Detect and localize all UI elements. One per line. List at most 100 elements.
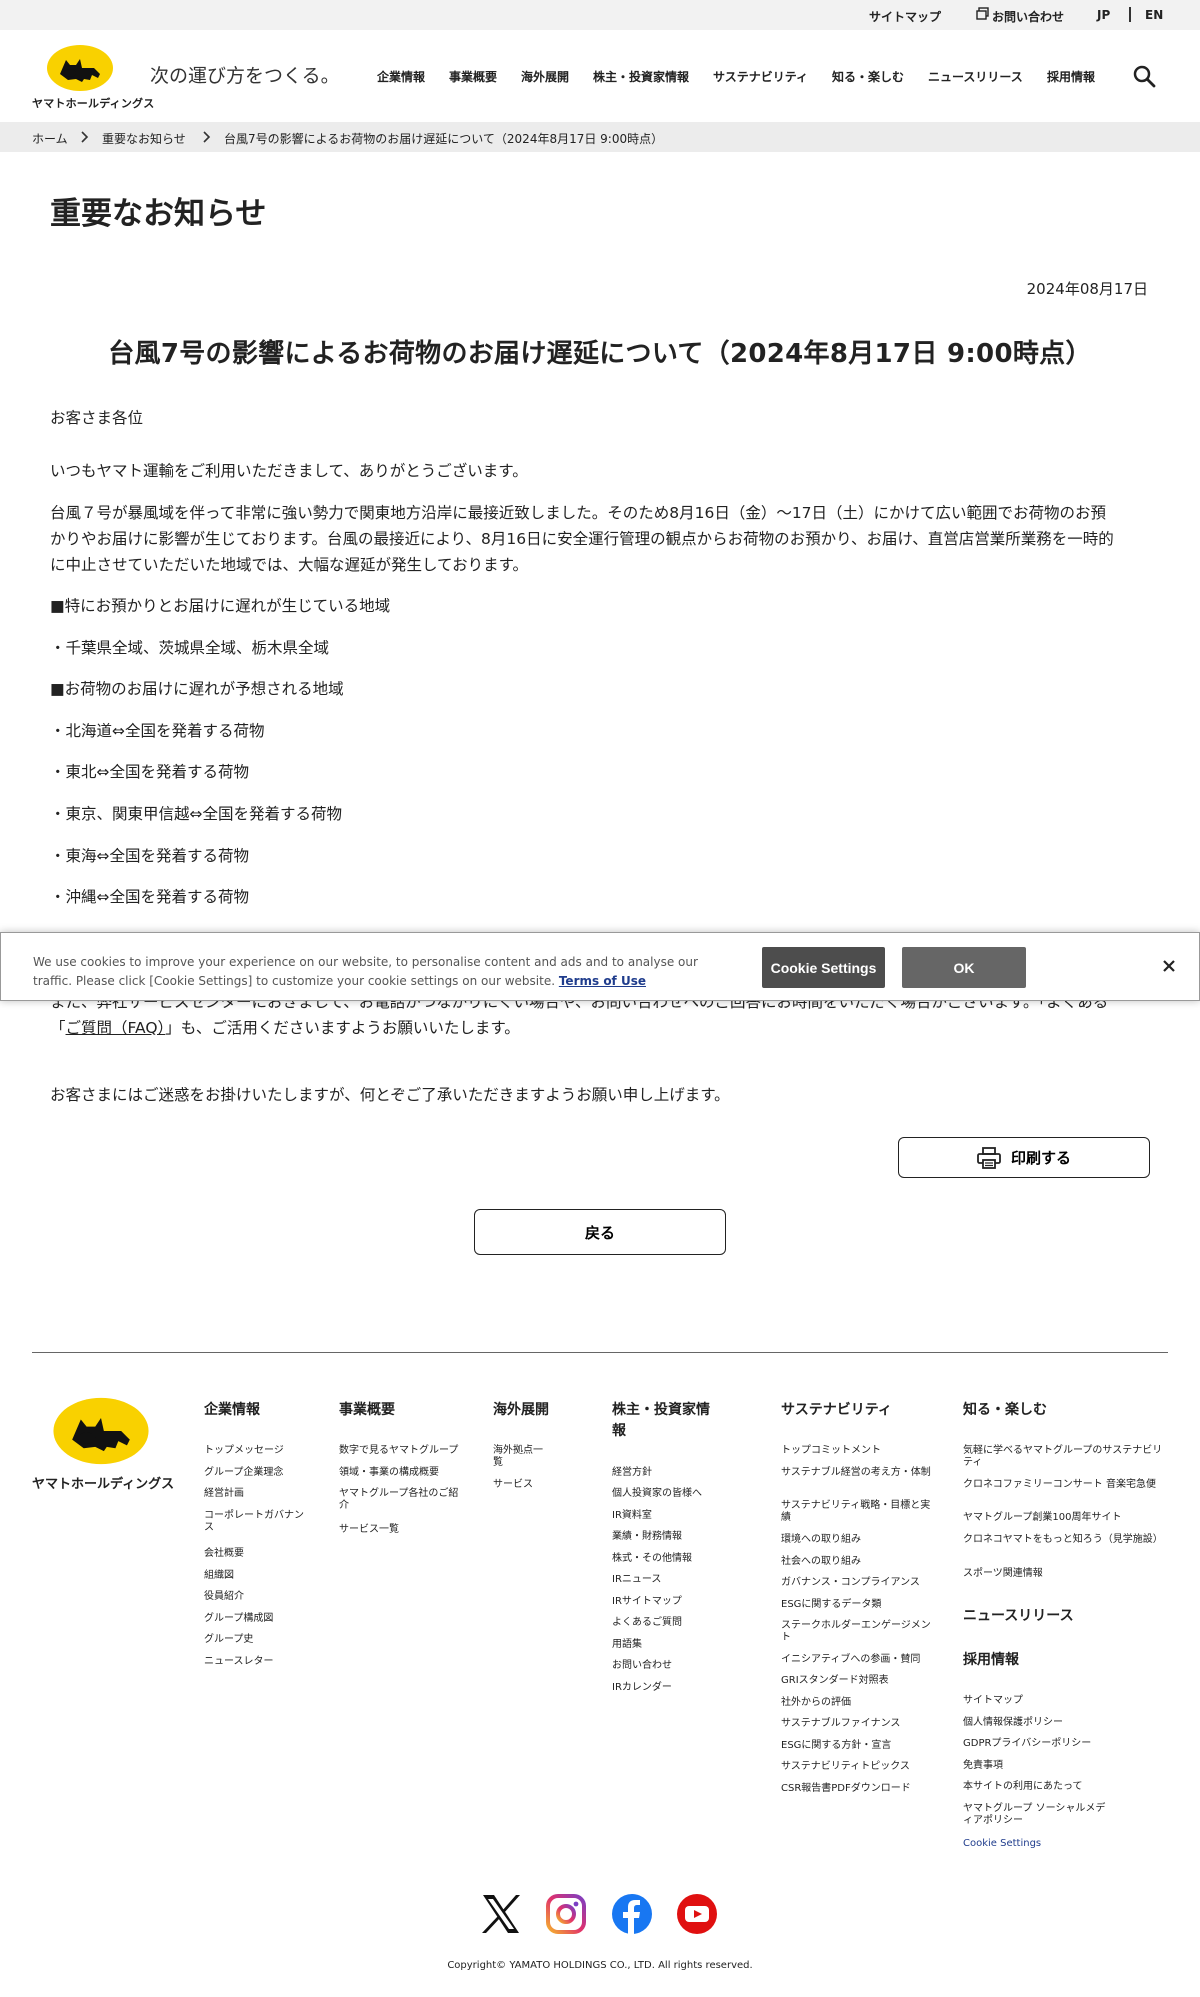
footer-link[interactable]: GRIスタンダード対照表: [781, 1675, 931, 1687]
footer-link[interactable]: コーポレートガバナンス: [204, 1510, 304, 1534]
faq-link[interactable]: ご質問（FAQ）: [66, 1019, 166, 1037]
footer-link[interactable]: 組織図: [204, 1570, 304, 1582]
footer-link[interactable]: サステナビリティトピックス: [781, 1761, 931, 1773]
footer-heading[interactable]: サステナビリティ: [781, 1400, 931, 1421]
footer-link[interactable]: 業績・財務情報: [612, 1531, 732, 1543]
lang-en[interactable]: EN: [1145, 8, 1163, 22]
footer-link[interactable]: IR資料室: [612, 1510, 732, 1522]
footer-link[interactable]: グループ構成図: [204, 1613, 304, 1625]
contact-link[interactable]: お問い合わせ: [992, 8, 1064, 25]
footer-link[interactable]: サービス: [493, 1479, 551, 1491]
footer-link[interactable]: IRカレンダー: [612, 1682, 732, 1694]
footer-link[interactable]: サステナブル経営の考え方・体制: [781, 1467, 931, 1479]
footer-link[interactable]: IRニュース: [612, 1574, 732, 1586]
footer-link[interactable]: CSR報告書PDFダウンロード: [781, 1783, 931, 1795]
print-button[interactable]: 印刷する: [898, 1137, 1150, 1178]
nav-learn[interactable]: 知る・楽しむ: [832, 68, 904, 85]
footer-link[interactable]: イニシアティブへの参画・賛同: [781, 1654, 931, 1666]
cat-logo-icon: [53, 1397, 149, 1465]
youtube-icon[interactable]: [676, 1893, 718, 1935]
footer-link[interactable]: トップコミットメント: [781, 1445, 931, 1457]
cookie-message: We use cookies to improve your experienc…: [33, 953, 713, 991]
nav-ir[interactable]: 株主・投資家情報: [593, 68, 689, 85]
sitemap-link[interactable]: サイトマップ: [869, 8, 941, 25]
footer-logo[interactable]: [52, 1396, 150, 1470]
list-item: ・東海⇔全国を発着する荷物: [50, 847, 249, 865]
nav-news[interactable]: ニュースリリース: [928, 68, 1023, 85]
footer-link[interactable]: サステナビリティ戦略・目標と実績: [781, 1500, 931, 1524]
back-button[interactable]: 戻る: [474, 1209, 726, 1255]
footer-link[interactable]: ヤマトグループ各社のご紹介: [339, 1488, 459, 1512]
footer-heading[interactable]: 事業概要: [339, 1400, 459, 1421]
footer-link[interactable]: よくあるご質問: [612, 1617, 732, 1629]
cookie-settings-link[interactable]: Cookie Settings: [963, 1838, 1041, 1850]
x-logo-icon[interactable]: [480, 1893, 522, 1935]
footer-link[interactable]: ESGに関するデータ類: [781, 1599, 931, 1611]
footer-heading[interactable]: ニュースリリース: [963, 1606, 1074, 1627]
footer-link[interactable]: 経営方針: [612, 1467, 732, 1479]
footer-link[interactable]: 株式・その他情報: [612, 1553, 732, 1565]
footer-link[interactable]: 数字で見るヤマトグループ: [339, 1445, 459, 1457]
brand-logo[interactable]: [46, 44, 114, 96]
footer-link[interactable]: 経営計画: [204, 1488, 304, 1500]
cookie-settings-button[interactable]: Cookie Settings: [762, 947, 885, 988]
footer-link[interactable]: ヤマトグループ創業100周年サイト: [963, 1512, 1163, 1524]
brand-name: ヤマトホールディングス: [32, 97, 155, 110]
footer-misc-link[interactable]: ヤマトグループ ソーシャルメディアポリシー: [963, 1803, 1113, 1827]
footer-link[interactable]: 個人投資家の皆様へ: [612, 1488, 732, 1500]
footer-heading[interactable]: 海外展開: [493, 1400, 551, 1421]
terms-of-use-link[interactable]: Terms of Use: [559, 974, 646, 988]
footer-link[interactable]: 環境への取り組み: [781, 1534, 931, 1546]
footer-misc-link[interactable]: サイトマップ: [963, 1695, 1163, 1707]
footer-misc-link[interactable]: 免責事項: [963, 1760, 1163, 1772]
footer-link[interactable]: 気軽に学べるヤマトグループのサステナビリティ: [963, 1445, 1163, 1469]
footer-misc-link[interactable]: 個人情報保護ポリシー: [963, 1717, 1163, 1729]
footer-link[interactable]: IRサイトマップ: [612, 1596, 732, 1608]
footer-link[interactable]: 社会への取り組み: [781, 1556, 931, 1568]
footer-link[interactable]: 海外拠点一覧: [493, 1445, 551, 1469]
footer-link[interactable]: トップメッセージ: [204, 1445, 304, 1457]
footer-link[interactable]: 社外からの評価: [781, 1697, 931, 1709]
facebook-icon[interactable]: [611, 1893, 653, 1935]
article-date: 2024年08月17日: [1026, 280, 1148, 298]
footer-link[interactable]: グループ史: [204, 1634, 304, 1646]
breadcrumb-notices[interactable]: 重要なお知らせ: [102, 130, 186, 147]
breadcrumb-home[interactable]: ホーム: [32, 130, 68, 147]
footer-misc-link[interactable]: 本サイトの利用にあたって: [963, 1781, 1163, 1793]
breadcrumb-current: 台風7号の影響によるお荷物のお届け遅延について（2024年8月17日 9:00時…: [224, 132, 664, 146]
footer-misc-link[interactable]: GDPRプライバシーポリシー: [963, 1738, 1163, 1750]
footer-link[interactable]: 役員紹介: [204, 1591, 304, 1603]
cookie-ok-button[interactable]: OK: [902, 947, 1026, 988]
footer-link[interactable]: ステークホルダーエンゲージメント: [781, 1620, 931, 1644]
nav-global[interactable]: 海外展開: [521, 68, 569, 85]
footer-brand-name: ヤマトホールディングス: [32, 1477, 175, 1492]
footer-link[interactable]: クロネコファミリーコンサート 音楽宅急便: [963, 1479, 1163, 1491]
footer-link[interactable]: サービス一覧: [339, 1524, 459, 1536]
search-icon[interactable]: [1132, 64, 1156, 88]
footer-link[interactable]: 会社概要: [204, 1548, 304, 1560]
nav-business[interactable]: 事業概要: [449, 68, 497, 85]
footer-heading[interactable]: 企業情報: [204, 1400, 304, 1421]
nav-corporate[interactable]: 企業情報: [377, 68, 425, 85]
lang-jp[interactable]: JP: [1097, 8, 1110, 22]
footer-link[interactable]: ガバナンス・コンプライアンス: [781, 1577, 931, 1589]
footer-link[interactable]: お問い合わせ: [612, 1660, 732, 1672]
nav-careers[interactable]: 採用情報: [1047, 68, 1095, 85]
footer-heading[interactable]: 株主・投資家情報: [612, 1400, 722, 1442]
footer-heading[interactable]: 知る・楽しむ: [963, 1400, 1163, 1421]
nav-sustainability[interactable]: サステナビリティ: [713, 68, 808, 85]
footer-link[interactable]: サステナブルファイナンス: [781, 1718, 931, 1730]
footer-link[interactable]: スポーツ関連情報: [963, 1568, 1163, 1580]
printer-icon: [977, 1146, 1001, 1169]
footer-link[interactable]: ESGに関する方針・宣言: [781, 1740, 931, 1752]
footer-link[interactable]: 用語集: [612, 1639, 732, 1651]
lang-divider: [1129, 7, 1131, 22]
cat-logo-icon: [47, 45, 113, 91]
footer-link[interactable]: ニュースレター: [204, 1656, 304, 1668]
footer-link[interactable]: クロネコヤマトをもっと知ろう（見学施設）: [963, 1534, 1163, 1546]
close-icon[interactable]: [1158, 955, 1180, 977]
footer-link[interactable]: グループ企業理念: [204, 1467, 304, 1479]
footer-link[interactable]: 領域・事業の構成概要: [339, 1467, 459, 1479]
footer-heading[interactable]: 採用情報: [963, 1650, 1019, 1671]
instagram-icon[interactable]: [545, 1893, 587, 1935]
